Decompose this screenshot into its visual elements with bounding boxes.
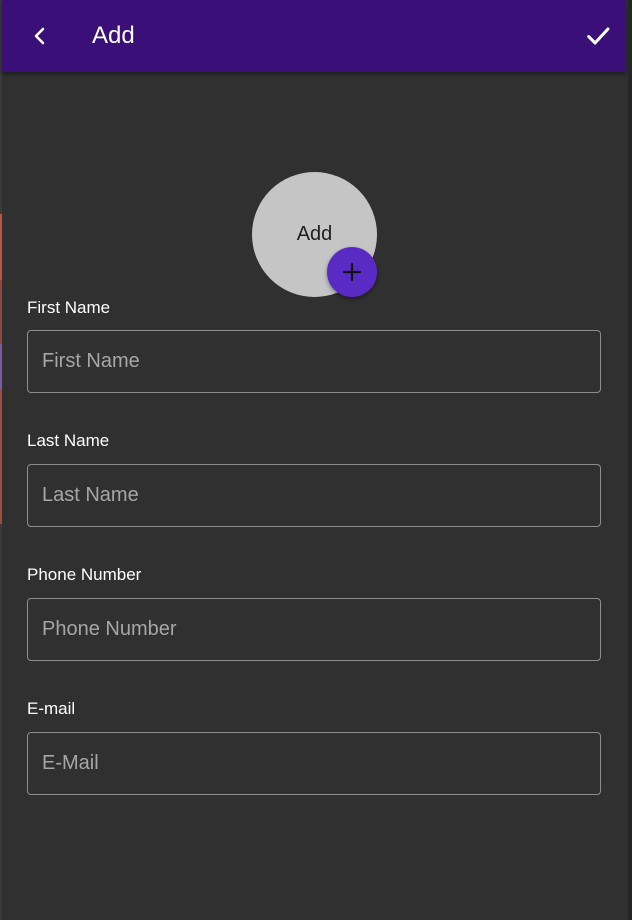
email-label: E-mail [27, 699, 76, 718]
plus-icon [342, 262, 362, 282]
check-icon [587, 27, 610, 45]
save-button[interactable] [576, 14, 620, 58]
first-name-field[interactable] [28, 331, 600, 392]
phone-number-field-container [27, 598, 601, 661]
background-window-edge [0, 0, 2, 920]
add-photo-button[interactable] [327, 247, 377, 297]
first-name-label: First Name [27, 298, 111, 317]
window-edge [628, 0, 632, 920]
add-contact-screen: Add Add First Name Last Name Phone Numbe… [0, 0, 632, 920]
page-title: Add [92, 22, 135, 49]
app-bar: Add [2, 0, 626, 72]
last-name-field[interactable] [28, 465, 600, 526]
last-name-field-container [27, 464, 601, 527]
chevron-left-icon [34, 27, 45, 45]
email-field-container [27, 732, 601, 795]
first-name-field-container [27, 330, 601, 393]
phone-number-label: Phone Number [27, 565, 142, 584]
back-button[interactable] [20, 16, 60, 56]
last-name-label: Last Name [27, 431, 110, 450]
email-field[interactable] [28, 733, 600, 794]
phone-number-field[interactable] [28, 599, 600, 660]
avatar-label: Add [296, 223, 333, 245]
